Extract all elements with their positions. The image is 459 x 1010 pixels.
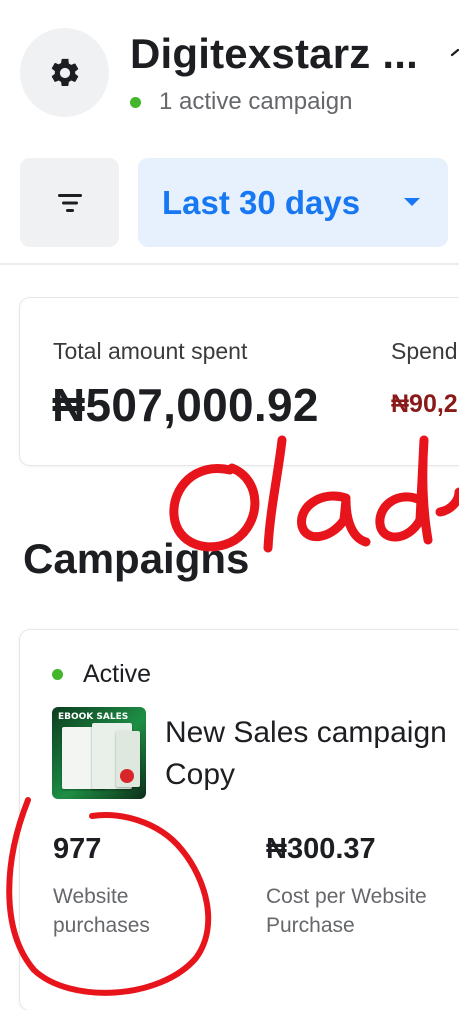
header-divider [0, 263, 459, 265]
active-dot [52, 669, 63, 680]
website-purchases-value: 977 [53, 833, 102, 865]
account-title[interactable]: Digitexstarz ... [130, 30, 418, 78]
filter-button[interactable] [20, 158, 119, 247]
cost-per-purchase-label: Cost per Website Purchase [266, 885, 427, 937]
thumbnail-text: EBOOK SALES [58, 712, 129, 722]
thumbnail-badge [120, 769, 134, 783]
gear-icon [51, 58, 78, 86]
status-dot [130, 96, 141, 108]
spend-value: ₦90,2 [391, 390, 458, 418]
date-range-label: Last 30 days [162, 183, 361, 221]
dropdown-edge-icon[interactable] [449, 48, 459, 62]
cost-per-purchase-value: ₦300.37 [266, 833, 376, 865]
spend-label: Spend [391, 338, 458, 364]
settings-button[interactable] [20, 28, 109, 117]
campaign-status-text: Active [83, 660, 152, 688]
campaign-status: Active [52, 660, 151, 689]
filter-icon [57, 193, 82, 212]
caret-down-icon [404, 198, 420, 206]
campaign-name[interactable]: New Sales campaign Copy [165, 712, 459, 796]
campaigns-heading: Campaigns [23, 535, 250, 582]
status-text: 1 active campaign [159, 88, 353, 115]
date-range-dropdown[interactable]: Last 30 days [138, 158, 448, 247]
total-spent-value: ₦507,000.92 [52, 379, 319, 431]
campaign-thumbnail[interactable]: EBOOK SALES [52, 707, 146, 799]
website-purchases-label: Website purchases [53, 885, 150, 937]
account-status: 1 active campaign [130, 88, 352, 116]
total-spent-label: Total amount spent [53, 338, 248, 364]
